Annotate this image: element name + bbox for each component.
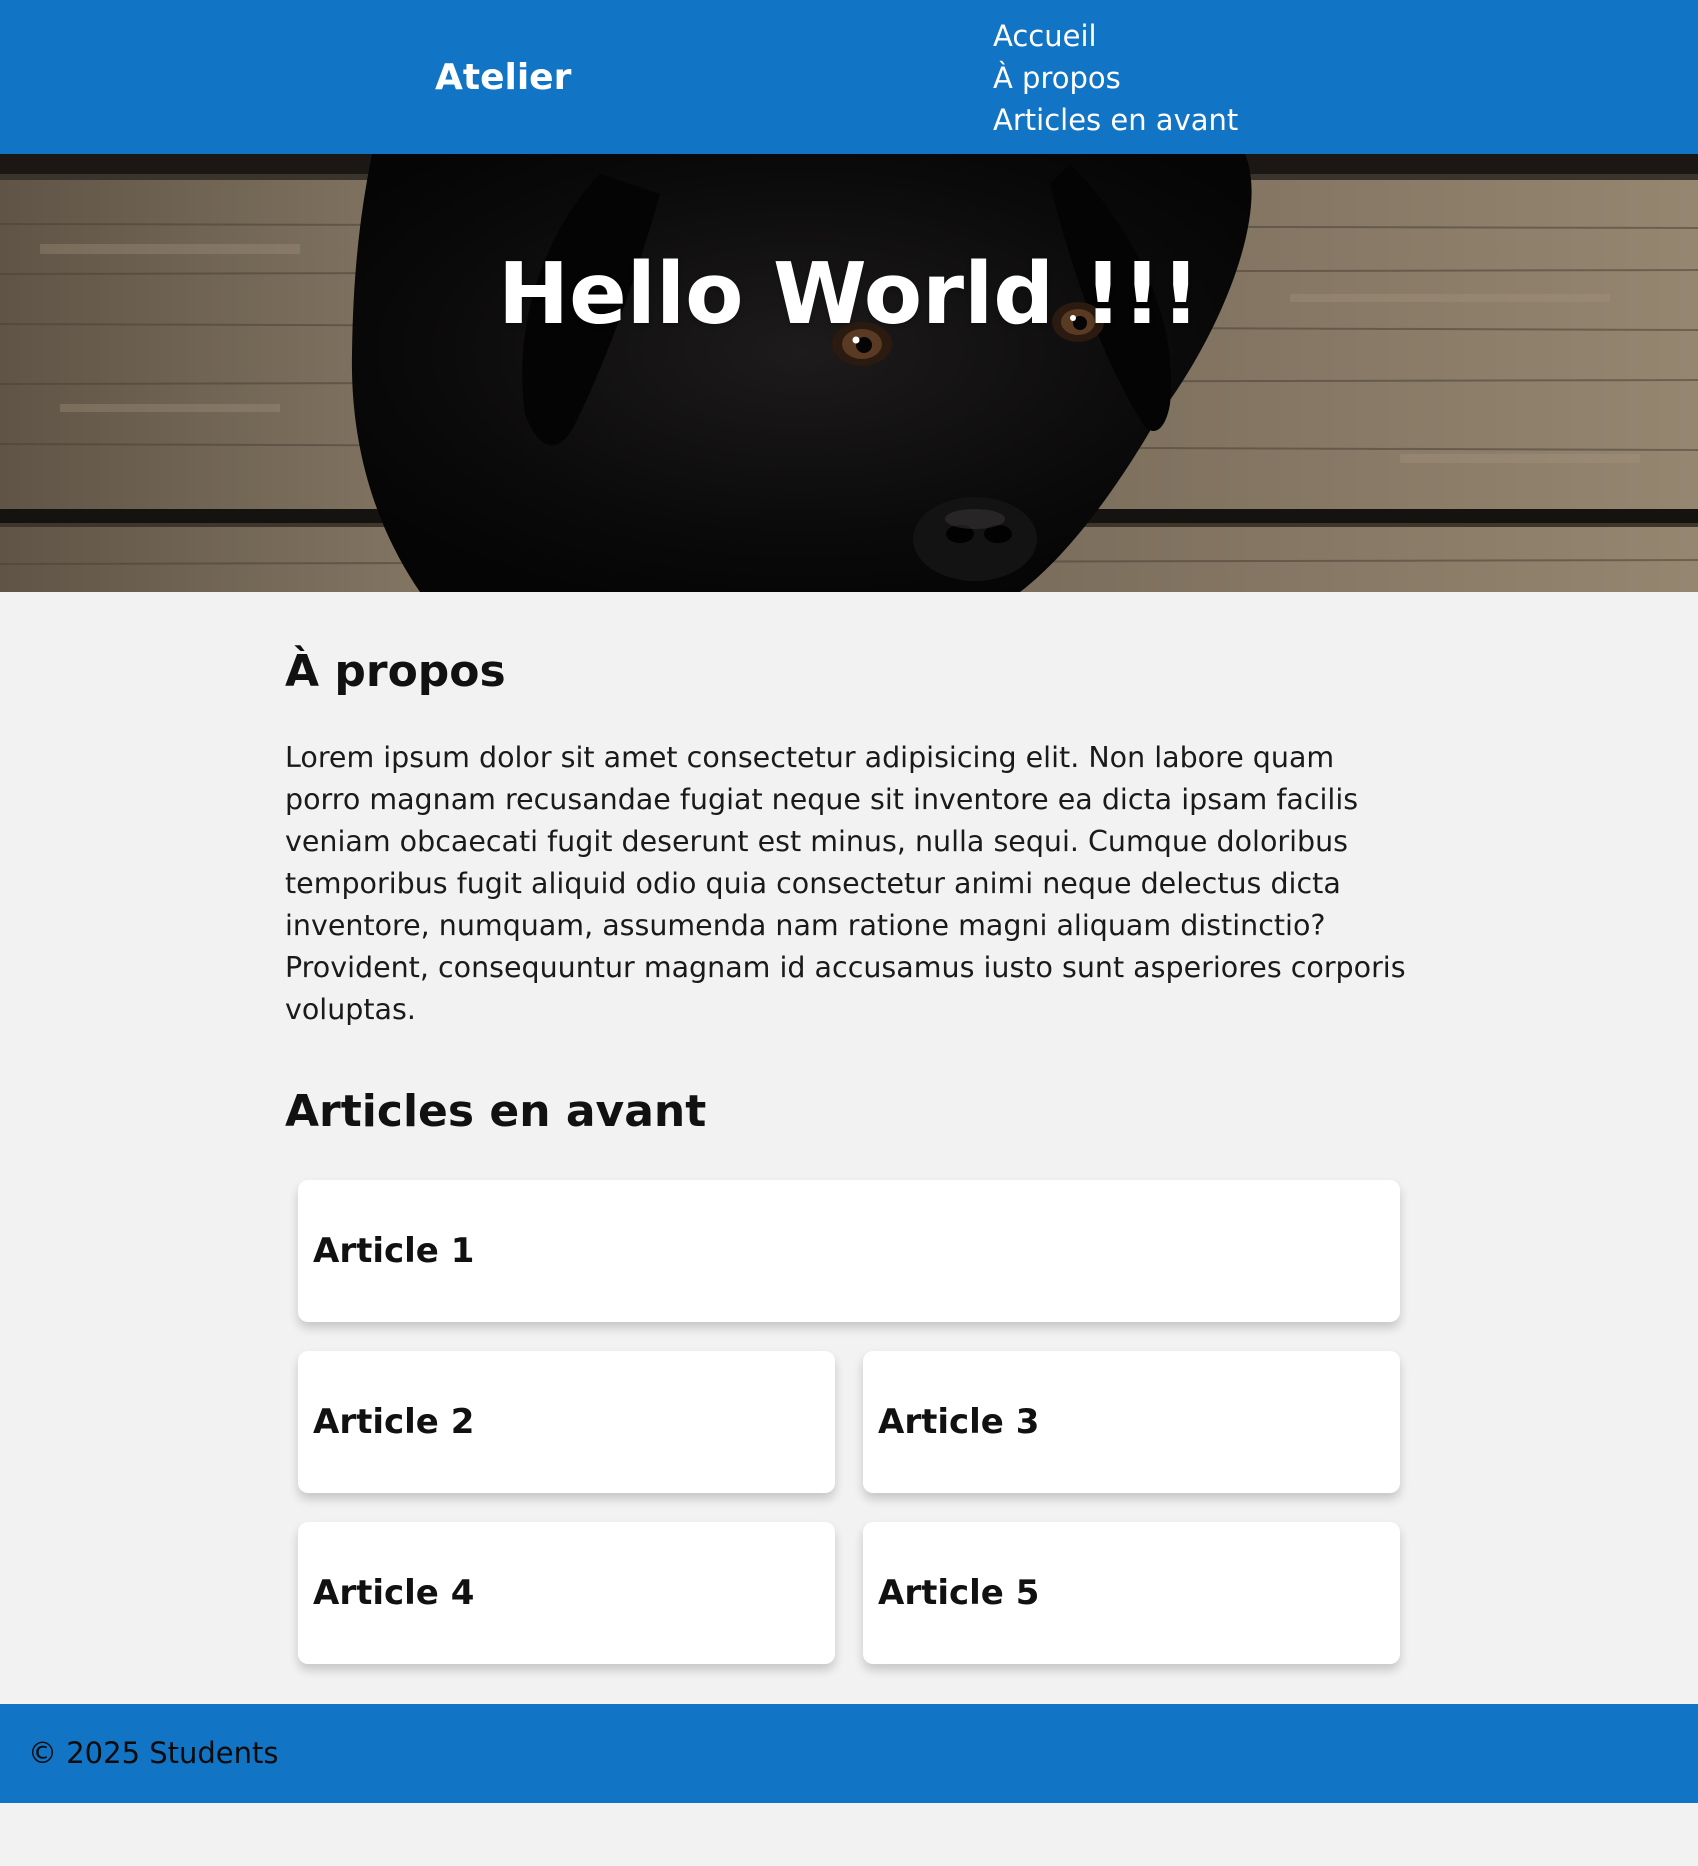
hero-dog-image [0,154,1698,592]
article-card-title: Article 2 [313,1402,475,1442]
article-card-4[interactable]: Article 4 [298,1522,835,1664]
nav-link-a-propos[interactable]: À propos [993,57,1238,99]
about-section-title: À propos [285,646,506,697]
article-card-5[interactable]: Article 5 [863,1522,1400,1664]
brand-logo[interactable]: Atelier [435,57,571,99]
hero-title: Hello World !!! [498,245,1200,344]
article-card-3[interactable]: Article 3 [863,1351,1400,1493]
footer-copyright: © 2025 Students [28,1736,279,1770]
article-card-title: Article 1 [313,1231,475,1271]
about-paragraph: Lorem ipsum dolor sit amet consectetur a… [285,741,1406,1026]
article-card-title: Article 4 [313,1573,475,1613]
nav-link-accueil[interactable]: Accueil [993,15,1238,57]
article-card-2[interactable]: Article 2 [298,1351,835,1493]
articles-section-title: Articles en avant [285,1086,707,1137]
nav-link-articles[interactable]: Articles en avant [993,99,1238,141]
article-card-1[interactable]: Article 1 [298,1180,1400,1322]
article-card-title: Article 3 [878,1402,1040,1442]
main-nav: Accueil À propos Articles en avant [993,15,1238,141]
site-header: Atelier Accueil À propos Articles en ava… [0,0,1698,154]
hero-banner: Hello World !!! [0,154,1698,592]
site-footer: © 2025 Students [0,1704,1698,1803]
article-card-title: Article 5 [878,1573,1040,1613]
